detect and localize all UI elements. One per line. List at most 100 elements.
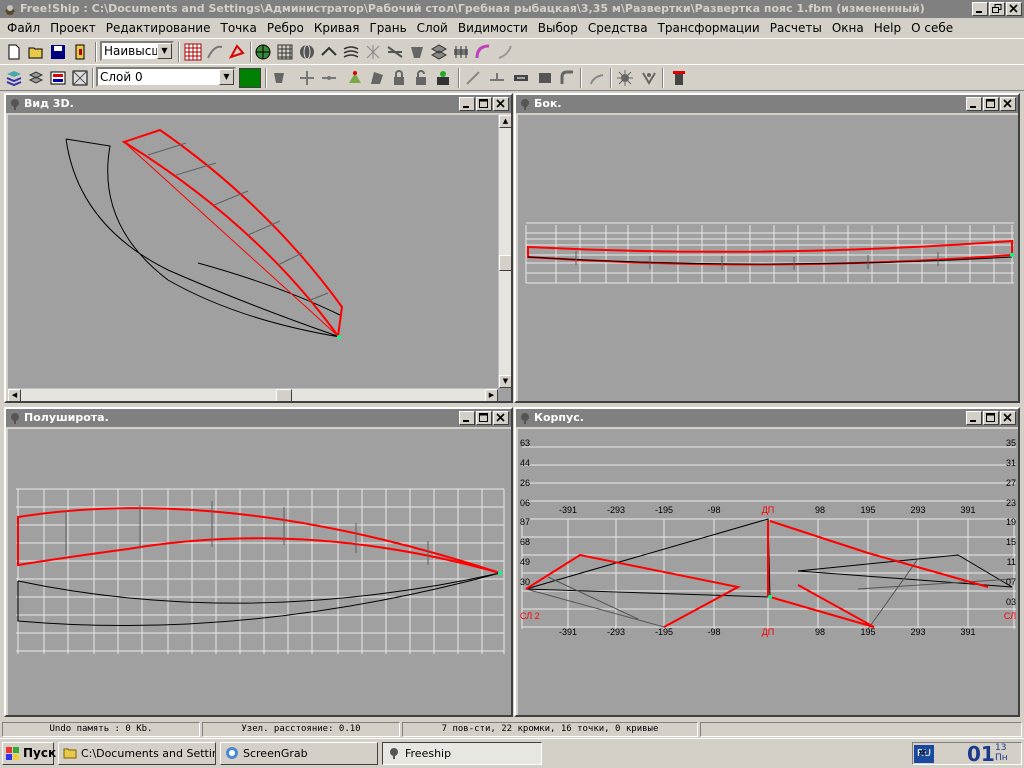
scroll-up-button[interactable]: ▲ [499, 115, 511, 128]
menu-item[interactable]: Кривая [309, 19, 365, 37]
exit-icon[interactable] [69, 41, 91, 63]
extrude-edge-icon[interactable] [556, 67, 578, 89]
menu-item[interactable]: Проект [45, 19, 101, 37]
menu-item[interactable]: Видимости [453, 19, 533, 37]
minimize-button[interactable] [966, 411, 982, 425]
viewport-plan-canvas[interactable] [8, 429, 511, 715]
horizontal-scrollbar[interactable]: ◀ ▶ [8, 388, 498, 401]
extrude-icon[interactable] [344, 67, 366, 89]
menu-item[interactable]: Выбор [533, 19, 583, 37]
wireframe-icon[interactable] [274, 41, 296, 63]
menu-item[interactable]: Точка [215, 19, 261, 37]
curve-tool-icon[interactable] [204, 41, 226, 63]
stations-icon[interactable] [318, 41, 340, 63]
minimize-button[interactable] [972, 2, 988, 16]
minimize-button[interactable] [966, 97, 982, 111]
new-edge-icon[interactable] [462, 67, 484, 89]
crease-edge-icon[interactable] [534, 67, 556, 89]
flowline-icon[interactable] [494, 41, 516, 63]
maximize-button[interactable] [476, 411, 492, 425]
save-icon[interactable] [47, 41, 69, 63]
lock-icon[interactable] [388, 67, 410, 89]
menu-item[interactable]: Окна [827, 19, 869, 37]
close-button[interactable] [493, 97, 509, 111]
dropdown-arrow-icon[interactable]: ▼ [157, 43, 172, 59]
scroll-thumb[interactable] [499, 255, 511, 271]
diagonals-icon[interactable] [384, 41, 406, 63]
split-edge-icon[interactable] [486, 67, 508, 89]
viewport-3d-canvas[interactable]: ▲ ▼ ◀ ▶ [8, 115, 511, 401]
layer-list-icon[interactable] [25, 67, 47, 89]
waterlines-icon[interactable] [340, 41, 362, 63]
task-screengrab[interactable]: ScreenGrab [220, 742, 378, 765]
align-point-icon[interactable] [318, 67, 340, 89]
menu-item[interactable]: О себе [906, 19, 958, 37]
surface-icon[interactable] [450, 41, 472, 63]
start-button[interactable]: Пуск [2, 742, 56, 765]
close-button[interactable] [1000, 411, 1016, 425]
scroll-down-button[interactable]: ▼ [499, 375, 511, 388]
maximize-button[interactable] [983, 97, 999, 111]
viewport-side-canvas[interactable] [518, 115, 1018, 401]
dropdown-arrow-icon[interactable]: ▼ [219, 69, 234, 85]
control-net-icon[interactable] [428, 41, 450, 63]
menu-item[interactable]: Средства [583, 19, 653, 37]
scroll-right-button[interactable]: ▶ [485, 389, 498, 401]
maximize-button[interactable] [983, 411, 999, 425]
sphere-icon[interactable] [296, 41, 318, 63]
menu-item[interactable]: Редактирование [101, 19, 216, 37]
add-point-icon[interactable] [268, 67, 290, 89]
minimize-button[interactable] [459, 97, 475, 111]
menu-item[interactable]: Help [869, 19, 906, 37]
lock-all-icon[interactable] [432, 67, 454, 89]
minimize-button[interactable] [459, 411, 475, 425]
left-tick-label: 06 [520, 498, 530, 508]
insert-plane-icon[interactable] [614, 67, 636, 89]
unlock-icon[interactable] [410, 67, 432, 89]
collapse-edge-icon[interactable] [510, 67, 532, 89]
shade-icon[interactable] [252, 41, 274, 63]
layer-color-swatch[interactable] [239, 68, 261, 88]
maximize-button[interactable] [476, 97, 492, 111]
task-explorer[interactable]: C:\Documents and Settin... [58, 742, 216, 765]
move-point-icon[interactable] [296, 67, 318, 89]
fairing-icon[interactable] [668, 67, 690, 89]
layer-select-icon[interactable] [69, 67, 91, 89]
show-grid-icon[interactable] [182, 41, 204, 63]
layer-properties-icon[interactable] [47, 67, 69, 89]
menu-item[interactable]: Файл [2, 19, 45, 37]
face-icon[interactable] [366, 67, 388, 89]
close-button[interactable] [1006, 2, 1022, 16]
buttocks-icon[interactable] [362, 41, 384, 63]
task-freeship[interactable]: Freeship [382, 742, 542, 765]
restore-button[interactable] [989, 2, 1005, 16]
tray-expand-icon[interactable]: « [919, 745, 927, 759]
new-curve-icon[interactable] [586, 67, 608, 89]
precision-select[interactable]: Наивысш. ▼ [100, 41, 174, 61]
x-tick-label-top: 293 [910, 505, 925, 515]
close-button[interactable] [493, 411, 509, 425]
scroll-thumb[interactable] [276, 389, 292, 401]
vertical-scrollbar[interactable]: ▲ ▼ [498, 115, 511, 388]
left-tick-label: 68 [520, 537, 530, 547]
menu-item[interactable]: Ребро [262, 19, 309, 37]
hull-view-icon[interactable] [406, 41, 428, 63]
x-tick-label-bottom: -98 [707, 627, 720, 637]
curvature-icon[interactable] [472, 41, 494, 63]
scroll-left-button[interactable]: ◀ [8, 389, 21, 401]
menu-item[interactable]: Расчеты [765, 19, 827, 37]
menu-item[interactable]: Трансформации [653, 19, 765, 37]
edit-shape-icon[interactable] [226, 41, 248, 63]
window-title: Free!Ship : C:\Documents and Settings\Ад… [20, 2, 925, 15]
layer-select[interactable]: Слой 0 ▼ [96, 67, 236, 87]
intersect-layers-icon[interactable] [638, 67, 660, 89]
menu-item[interactable]: Слой [412, 19, 453, 37]
viewport-body-canvas[interactable]: 63 44 26 06 87 68 49 30 35 31 27 23 19 15 11 07 03 -391 -3… [518, 429, 1018, 715]
viewport-icon [11, 413, 19, 424]
close-button[interactable] [1000, 97, 1016, 111]
x-tick-label-bottom: 98 [815, 627, 825, 637]
open-folder-icon[interactable] [25, 41, 47, 63]
new-file-icon[interactable] [3, 41, 25, 63]
layer-tool-icon[interactable] [3, 67, 25, 89]
menu-item[interactable]: Грань [364, 19, 411, 37]
